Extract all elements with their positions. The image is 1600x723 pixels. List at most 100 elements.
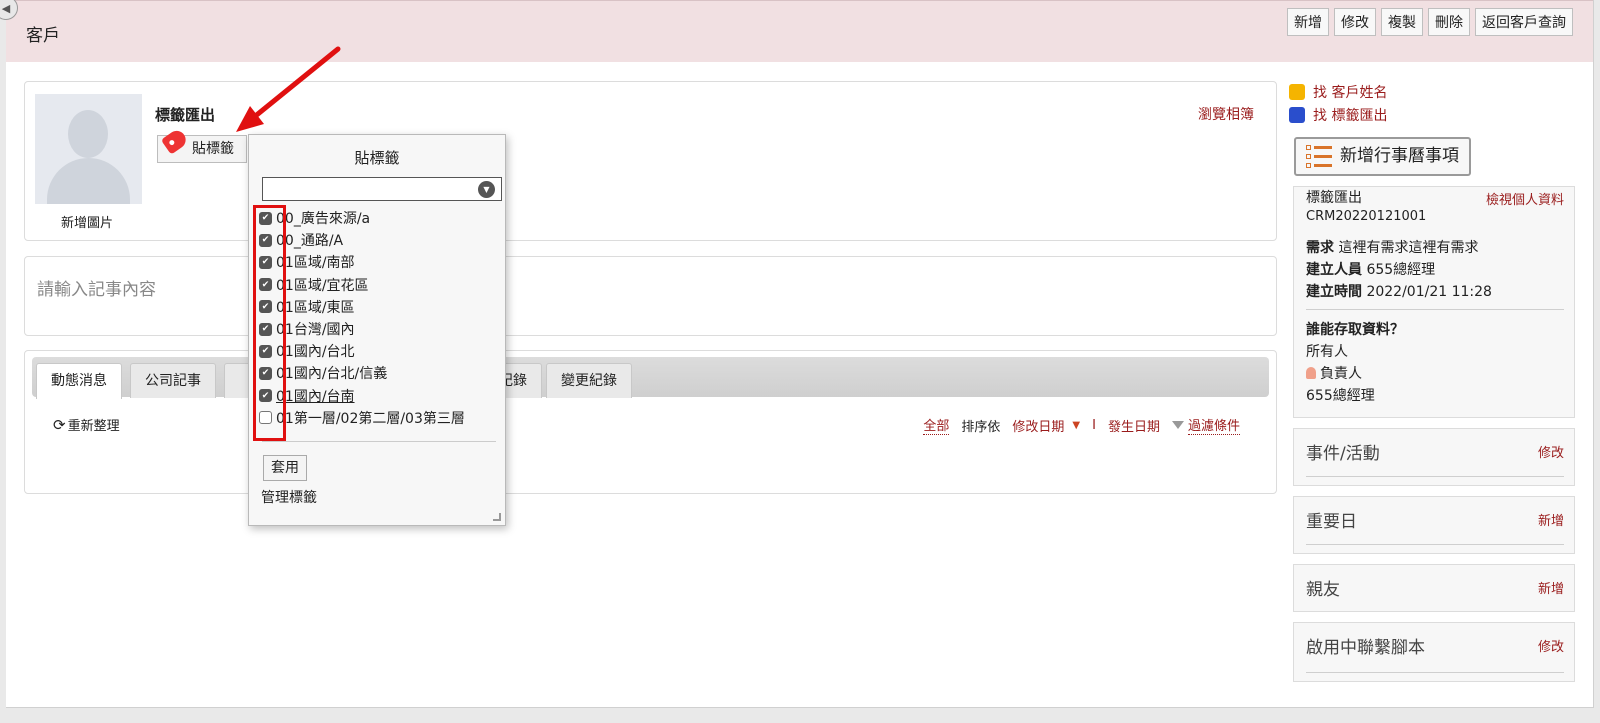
calendar-list-icon: [1306, 145, 1332, 169]
important-dates-section: 重要日 新增: [1293, 496, 1575, 554]
info-creator-value: 655總經理: [1366, 262, 1436, 278]
important-dates-add-link[interactable]: 新增: [1538, 510, 1564, 529]
info-created-value: 2022/01/21 11:28: [1366, 284, 1492, 300]
edit-button[interactable]: 修改: [1334, 8, 1376, 36]
tag-option-label: 00_廣告來源/a: [276, 211, 371, 228]
tag-option[interactable]: ✔ 01國內/台北: [259, 340, 499, 362]
info-access-all: 所有人: [1306, 344, 1348, 360]
tag-option-label: 01第一層/02第二層/03第三層: [276, 410, 465, 427]
find-tag-label: 找 標籤匯出: [1313, 108, 1388, 124]
events-edit-link[interactable]: 修改: [1538, 442, 1564, 461]
tag-option[interactable]: ✔ 01國內/台南: [259, 385, 499, 407]
relatives-add-link[interactable]: 新增: [1538, 578, 1564, 597]
tab-bar: 動態消息 公司記事 記錄 變更紀錄: [32, 357, 1269, 399]
sort-bar: 全部 排序依 修改日期 ▼ I 發生日期 過濾條件: [923, 415, 1240, 435]
person-icon: [1306, 367, 1316, 379]
apply-button[interactable]: 套用: [263, 455, 307, 481]
activity-panel: 動態消息 公司記事 記錄 變更紀錄 ⟳ 重新整理 全部 排序依 修改日期 ▼ I …: [24, 350, 1277, 494]
avatar[interactable]: [35, 94, 142, 204]
events-section-title: 事件/活動: [1306, 444, 1380, 464]
sort-by-label: 排序依: [961, 419, 1001, 435]
customer-name: 標籤匯出: [155, 106, 216, 124]
tag-popup-title: 貼標籤: [354, 149, 400, 167]
tag-icon: [160, 127, 190, 155]
relatives-section: 親友 新增: [1293, 564, 1575, 612]
tag-option[interactable]: 01第一層/02第二層/03第三層: [259, 407, 499, 429]
add-button[interactable]: 新增: [1287, 8, 1329, 36]
info-owner-label: 負責人: [1320, 366, 1362, 382]
tag-option-label: 01國內/台南: [276, 388, 355, 405]
tag-option-label: 01國內/台北/信義: [276, 366, 388, 383]
annotation-arrow-icon: [236, 46, 341, 132]
avatar-body-shape: [47, 158, 130, 204]
resize-grip-icon[interactable]: [493, 513, 501, 521]
tab-change-log[interactable]: 變更紀錄: [546, 363, 632, 398]
info-need-value: 這裡有需求這裡有需求: [1338, 240, 1479, 256]
tag-popup: 貼標籤 ▼ ✔ 00_廣告來源/a ✔ 00_通路/A ✔ 01區域/南部 ✔ 01區域/宜花…: [248, 134, 506, 526]
tag-option-list[interactable]: ✔ 00_廣告來源/a ✔ 00_通路/A ✔ 01區域/南部 ✔ 01區域/宜花區 ✔ 01區域…: [259, 207, 499, 431]
add-photo-link[interactable]: 新增圖片: [61, 212, 113, 231]
avatar-head-shape: [68, 110, 108, 158]
info-name: 標籤匯出: [1306, 190, 1362, 206]
contact-scripts-title: 啟用中聯繫腳本: [1306, 638, 1425, 658]
find-tag-link[interactable]: 找 標籤匯出: [1289, 105, 1387, 125]
tag-option[interactable]: ✔ 01台灣/國內: [259, 318, 499, 340]
page-title: 客戶: [26, 26, 60, 46]
important-dates-title: 重要日: [1306, 512, 1357, 532]
tag-option[interactable]: ✔ 01國內/台北/信義: [259, 362, 499, 384]
tag-option-label: 01區域/宜花區: [276, 277, 369, 294]
sort-modified-date[interactable]: 修改日期: [1012, 416, 1064, 435]
view-profile-link[interactable]: 檢視個人資料: [1486, 189, 1564, 208]
sort-occurred-date[interactable]: 發生日期: [1108, 416, 1160, 435]
delete-button[interactable]: 刪除: [1428, 8, 1470, 36]
note-input[interactable]: 請輸入記事內容: [24, 256, 1277, 336]
info-created-label: 建立時間: [1306, 284, 1362, 300]
tag-option-label: 01國內/台北: [276, 344, 355, 361]
dropdown-arrow-icon[interactable]: ▼: [478, 181, 495, 198]
info-divider: [1306, 309, 1564, 310]
sort-separator: I: [1092, 417, 1096, 433]
tag-option[interactable]: ✔ 01區域/宜花區: [259, 274, 499, 296]
tag-option[interactable]: ✔ 00_廣告來源/a: [259, 207, 499, 229]
tag-option[interactable]: ✔ 00_通路/A: [259, 229, 499, 251]
info-access-question: 誰能存取資料？: [1306, 322, 1404, 338]
manage-tags-link[interactable]: 管理標籤: [261, 487, 317, 507]
relatives-title: 親友: [1306, 580, 1340, 600]
sort-desc-icon[interactable]: ▼: [1072, 420, 1080, 431]
tag-option-label: 01區域/南部: [276, 255, 355, 272]
tag-option[interactable]: 0203大類/測試: [259, 429, 499, 431]
tag-option-label: 01台灣/國內: [276, 322, 355, 339]
header-toolbar: 新增 修改 複製 刪除 返回客戶查詢: [1287, 8, 1573, 36]
refresh-icon: ⟳: [53, 416, 66, 434]
customer-profile-card: 新增圖片 標籤匯出 貼標籤 瀏覽相簿: [24, 81, 1277, 241]
filter-funnel-icon: [1171, 421, 1184, 429]
tag-option[interactable]: ✔ 01區域/東區: [259, 296, 499, 318]
paw-icon: [1289, 107, 1305, 123]
find-customer-name-link[interactable]: 找 客戶姓名: [1289, 82, 1387, 102]
info-owner-value: 655總經理: [1306, 388, 1375, 404]
events-section: 事件/活動 修改: [1293, 428, 1575, 486]
contact-scripts-edit-link[interactable]: 修改: [1538, 636, 1564, 655]
copy-button[interactable]: 複製: [1381, 8, 1423, 36]
contact-scripts-section: 啟用中聯繫腳本 修改: [1293, 622, 1575, 682]
tab-company-notes[interactable]: 公司記事: [130, 363, 216, 398]
find-customer-name-label: 找 客戶姓名: [1313, 85, 1388, 101]
tag-option[interactable]: ✔ 01區域/南部: [259, 251, 499, 273]
tag-search-select[interactable]: ▼: [262, 177, 502, 201]
info-need-label: 需求: [1306, 240, 1334, 256]
annotation-highlight-box: [253, 205, 286, 441]
tab-news-feed[interactable]: 動態消息: [36, 363, 122, 399]
popup-divider: [262, 441, 496, 442]
note-placeholder: 請輸入記事內容: [37, 280, 156, 300]
tag-option-label: 00_通路/A: [276, 233, 344, 250]
back-to-customer-search-button[interactable]: 返回客戶查詢: [1475, 8, 1573, 36]
tag-option-label: 01區域/東區: [276, 299, 355, 316]
tag-option-label: 0203大類/測試: [276, 430, 372, 431]
browse-album-link[interactable]: 瀏覽相簿: [1198, 104, 1254, 124]
filter-all-link[interactable]: 全部: [923, 415, 950, 435]
refresh-button[interactable]: ⟳ 重新整理: [53, 415, 120, 434]
filter-conditions-link[interactable]: 過濾條件: [1187, 415, 1240, 435]
info-creator-label: 建立人員: [1306, 262, 1362, 278]
refresh-label: 重新整理: [67, 419, 120, 434]
add-calendar-event-button[interactable]: 新增行事曆事項: [1294, 137, 1471, 176]
